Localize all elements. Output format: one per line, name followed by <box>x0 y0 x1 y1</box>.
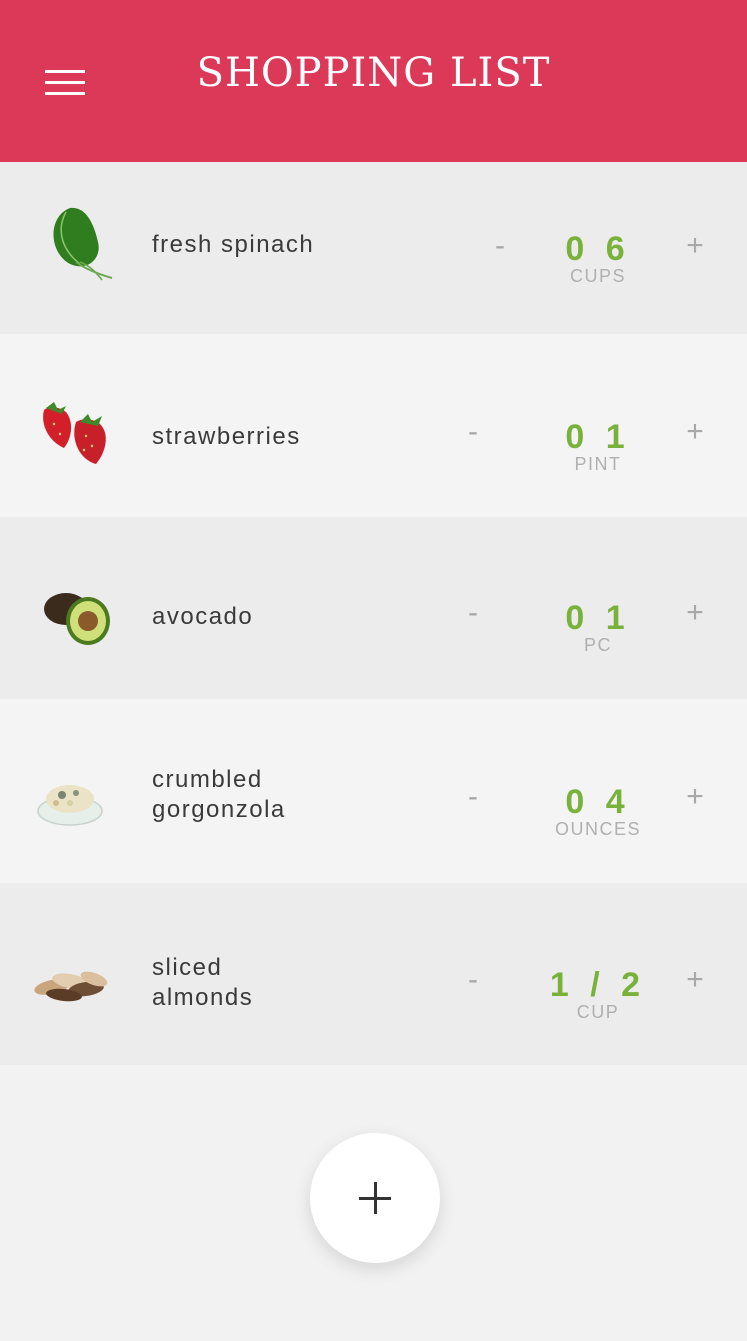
list-item: avocado - 0 1 PC + <box>0 517 747 699</box>
page-title: SHOPPING LIST <box>196 50 551 96</box>
quantity-display: 0 1 PINT <box>538 420 658 474</box>
app-header: SHOPPING LIST <box>0 0 747 162</box>
increment-button[interactable]: + <box>675 960 715 1000</box>
increment-button[interactable]: + <box>675 412 715 452</box>
quantity-value: 0 1 <box>565 418 631 456</box>
item-name: fresh spinach <box>152 231 315 258</box>
strawberry-icon <box>43 402 106 464</box>
quantity-display: 0 6 CUPS <box>538 232 658 286</box>
quantity-display: 1 / 2 CUP <box>538 968 658 1022</box>
quantity-unit: OUNCES <box>554 819 641 839</box>
spinach-icon <box>53 207 113 281</box>
item-name: avocado <box>152 603 254 630</box>
decrement-button[interactable]: - <box>453 412 493 452</box>
quantity-value: 1 / 2 <box>549 966 647 1004</box>
item-name-line: gorgonzola <box>152 796 286 823</box>
item-name-line: almonds <box>152 984 254 1011</box>
quantity-display: 0 4 OUNCES <box>538 785 658 839</box>
quantity-value: 0 1 <box>565 599 631 637</box>
list-item: fresh spinach - 0 6 CUPS + <box>0 162 747 334</box>
decrement-button[interactable]: - <box>453 777 493 817</box>
plus-icon <box>374 1182 377 1214</box>
increment-button[interactable]: + <box>675 593 715 633</box>
avocado-icon <box>44 593 110 645</box>
increment-button[interactable]: + <box>675 777 715 817</box>
decrement-button[interactable]: - <box>453 960 493 1000</box>
item-name-line: crumbled <box>152 766 263 793</box>
add-item-button[interactable] <box>310 1133 440 1263</box>
quantity-display: 0 1 PC <box>538 601 658 655</box>
quantity-unit: PC <box>583 635 612 655</box>
quantity-value: 0 6 <box>565 230 631 268</box>
list-item: sliced almonds - 1 / 2 CUP + <box>0 883 747 1065</box>
item-name: strawberries <box>152 423 301 450</box>
list-item: crumbled gorgonzola - 0 4 OUNCES + <box>0 699 747 883</box>
item-name: sliced almonds <box>152 953 253 1013</box>
item-name: crumbled gorgonzola <box>152 765 286 825</box>
almond-icon <box>34 971 108 1002</box>
decrement-button[interactable]: - <box>480 226 520 266</box>
quantity-value: 0 4 <box>565 783 631 821</box>
quantity-unit: PINT <box>574 454 622 474</box>
quantity-unit: CUP <box>576 1002 620 1022</box>
gorgonzola-icon <box>37 785 103 826</box>
list-item: strawberries - 0 1 PINT + <box>0 334 747 517</box>
decrement-button[interactable]: - <box>453 593 493 633</box>
increment-button[interactable]: + <box>675 226 715 266</box>
quantity-unit: CUPS <box>569 266 626 286</box>
item-name-line: sliced <box>152 954 223 981</box>
shopping-list: fresh spinach - 0 6 CUPS + strawberries … <box>0 162 747 1065</box>
